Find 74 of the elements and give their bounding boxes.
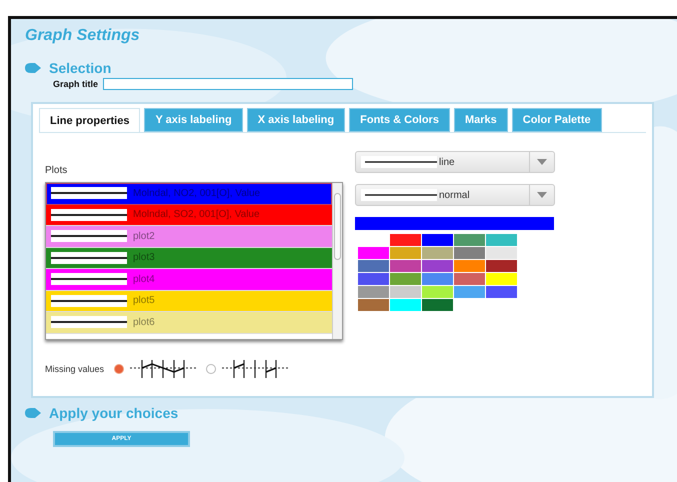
line-sample-icon xyxy=(51,187,127,200)
color-swatch[interactable] xyxy=(358,247,389,259)
connected-line-icon xyxy=(130,358,196,380)
line-sample-icon xyxy=(51,230,127,242)
radio-button[interactable] xyxy=(114,364,124,374)
color-swatch[interactable] xyxy=(358,299,389,311)
plot-item[interactable]: plot3 xyxy=(46,248,332,269)
plots-label: Plots xyxy=(45,165,68,176)
color-swatch[interactable] xyxy=(454,260,485,272)
color-swatch[interactable] xyxy=(390,234,421,246)
plot-item[interactable]: plot2 xyxy=(46,226,332,248)
line-sample-icon xyxy=(361,189,437,201)
line-type-dropdown[interactable]: line xyxy=(355,151,555,173)
graph-title-field[interactable] xyxy=(103,78,354,90)
color-swatch[interactable] xyxy=(422,286,453,298)
line-sample-icon xyxy=(51,273,127,286)
color-swatch[interactable] xyxy=(422,299,453,311)
color-swatch[interactable] xyxy=(358,260,389,272)
tab[interactable]: Line properties xyxy=(39,108,140,132)
line-sample-icon xyxy=(51,252,127,264)
plot-label: plot5 xyxy=(133,295,155,306)
color-swatch[interactable] xyxy=(390,247,421,259)
color-swatch[interactable] xyxy=(358,273,389,285)
color-swatch[interactable] xyxy=(390,260,421,272)
color-swatch[interactable] xyxy=(454,273,485,285)
plot-item[interactable]: Molndal, SO2, 001[O], Value xyxy=(46,204,332,226)
color-swatch[interactable] xyxy=(486,234,517,246)
radio-button[interactable] xyxy=(206,364,216,374)
color-swatch[interactable] xyxy=(454,247,485,259)
plot-item[interactable]: plot6 xyxy=(46,312,332,334)
plot-label: plot6 xyxy=(133,316,155,328)
tab[interactable]: Marks xyxy=(454,108,508,132)
plot-item[interactable]: plot4 xyxy=(46,269,332,290)
missing-values-label: Missing values xyxy=(45,364,104,374)
color-swatch[interactable] xyxy=(422,273,453,285)
section-heading: Apply your choices xyxy=(49,405,178,421)
plot-item[interactable]: Molndal, NO2, 001[O], Value xyxy=(46,183,332,204)
color-swatch[interactable] xyxy=(358,286,389,298)
field-label: Graph title xyxy=(53,79,98,89)
color-swatch[interactable] xyxy=(486,260,517,272)
scrollbar[interactable] xyxy=(332,183,342,339)
color-swatch[interactable] xyxy=(390,299,421,311)
caret-icon xyxy=(537,192,547,198)
tab[interactable]: X axis labeling xyxy=(246,108,346,132)
plot-item[interactable]: plot5 xyxy=(46,290,332,312)
tab[interactable]: Y axis labeling xyxy=(144,108,243,132)
plot-label: Molndal, SO2, 001[O], Value xyxy=(133,209,260,220)
color-swatch[interactable] xyxy=(454,234,485,246)
line-sample-icon xyxy=(361,156,437,168)
color-swatch[interactable] xyxy=(454,286,485,298)
line-sample-icon xyxy=(51,316,127,328)
plot-label: plot4 xyxy=(133,274,155,285)
color-swatch[interactable] xyxy=(486,273,517,285)
bullet-icon xyxy=(25,408,41,418)
line-sample-icon xyxy=(51,208,127,221)
color-swatch[interactable] xyxy=(422,234,453,246)
page-title: Graph Settings xyxy=(25,27,141,45)
tab[interactable]: Fonts & Colors xyxy=(349,108,450,132)
line-width-dropdown[interactable]: normal xyxy=(355,184,555,206)
section-heading: Selection xyxy=(49,60,112,76)
tab[interactable]: Color Palette xyxy=(512,108,602,132)
color-swatch[interactable] xyxy=(390,286,421,298)
plot-label: plot3 xyxy=(133,252,155,264)
caret-icon xyxy=(537,159,547,165)
color-swatch[interactable] xyxy=(422,260,453,272)
color-swatch[interactable] xyxy=(486,286,517,298)
line-sample-icon xyxy=(51,294,127,307)
color-swatch[interactable] xyxy=(422,247,453,259)
plot-label: Molndal, NO2, 001[O], Value xyxy=(133,188,260,199)
bullet-icon xyxy=(25,63,41,73)
broken-line-icon xyxy=(222,358,288,380)
color-swatch[interactable] xyxy=(486,247,517,259)
color-swatch[interactable] xyxy=(390,273,421,285)
plot-label: plot2 xyxy=(133,230,155,242)
